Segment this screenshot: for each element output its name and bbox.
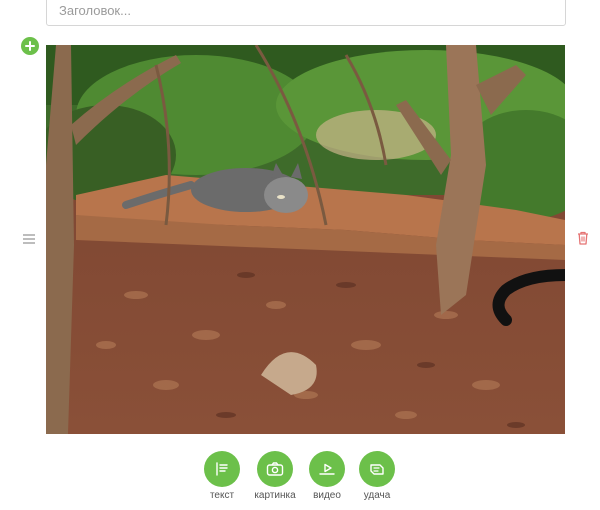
add-text-button[interactable]: текст bbox=[192, 451, 252, 501]
add-luck-label: удача bbox=[363, 490, 391, 501]
delete-block-button[interactable] bbox=[577, 231, 589, 245]
add-image-button[interactable]: картинка bbox=[245, 451, 305, 501]
plus-icon bbox=[25, 41, 35, 51]
add-luck-button[interactable]: удача bbox=[347, 451, 407, 501]
luck-icon bbox=[359, 451, 395, 487]
add-block-button[interactable] bbox=[21, 37, 39, 55]
add-image-label: картинка bbox=[254, 490, 296, 501]
block-image[interactable] bbox=[46, 45, 565, 434]
title-input[interactable] bbox=[46, 0, 566, 26]
add-text-label: текст bbox=[209, 490, 235, 501]
drag-handle-icon[interactable] bbox=[23, 234, 35, 244]
block-toolbar: текст картинка видео удача bbox=[0, 451, 600, 506]
camera-icon bbox=[257, 451, 293, 487]
text-icon bbox=[204, 451, 240, 487]
add-video-label: видео bbox=[313, 490, 341, 501]
video-icon bbox=[309, 451, 345, 487]
trash-icon bbox=[578, 231, 588, 245]
photo-illustration bbox=[46, 45, 565, 434]
